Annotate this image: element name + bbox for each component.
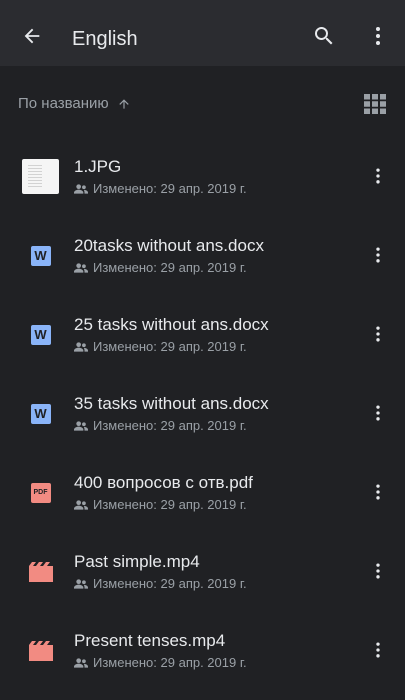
word-doc-icon: W — [30, 324, 51, 345]
arrow-back-icon — [24, 28, 40, 44]
modified-date: Изменено: 29 апр. 2019 г. — [93, 181, 247, 196]
file-row-past-simple-mp4[interactable]: Past simple.mp4 Изменено: 29 апр. 2019 г… — [0, 539, 405, 618]
more-vert-icon — [376, 247, 380, 263]
back-button[interactable] — [14, 18, 50, 54]
people-icon — [74, 500, 88, 510]
file-more-button[interactable] — [364, 557, 392, 585]
arrow-up-icon — [117, 97, 131, 111]
grid-view-icon — [364, 94, 386, 114]
more-options-button[interactable] — [360, 18, 396, 54]
file-name: Present tenses.mp4 — [74, 631, 226, 650]
people-icon — [74, 184, 88, 194]
sort-bar: По названию — [0, 66, 405, 144]
file-list: 1.JPG Изменено: 29 апр. 2019 г. W 20task… — [0, 144, 405, 697]
modified-date: Изменено: 29 апр. 2019 г. — [93, 655, 247, 670]
file-more-button[interactable] — [364, 478, 392, 506]
file-meta: Изменено: 29 апр. 2019 г. — [74, 417, 247, 435]
search-button[interactable] — [306, 18, 342, 54]
video-icon-wrap — [22, 632, 59, 669]
file-more-button[interactable] — [364, 241, 392, 269]
video-icon-wrap — [22, 553, 59, 590]
file-row-present-tenses-mp4[interactable]: Present tenses.mp4 Изменено: 29 апр. 201… — [0, 618, 405, 697]
file-row-400-questions-pdf[interactable]: PDF 400 вопросов с отв.pdf Изменено: 29 … — [0, 460, 405, 539]
file-name: Past simple.mp4 — [74, 552, 200, 571]
top-app-bar: English — [0, 0, 405, 66]
word-doc-icon-wrap: W — [22, 237, 59, 274]
modified-date: Изменено: 29 апр. 2019 г. — [93, 260, 247, 275]
file-meta: Изменено: 29 апр. 2019 г. — [74, 496, 247, 514]
video-file-icon — [28, 561, 53, 582]
drive-folder-screen: English По названию 1.JPG Изменено: 29 а… — [0, 0, 405, 700]
file-row-25tasks-docx[interactable]: W 25 tasks without ans.docx Изменено: 29… — [0, 302, 405, 381]
image-thumbnail — [22, 158, 59, 195]
people-icon — [74, 342, 88, 352]
sort-label: По названию — [18, 95, 109, 112]
people-icon — [74, 421, 88, 431]
file-row-20tasks-docx[interactable]: W 20tasks without ans.docx Изменено: 29 … — [0, 223, 405, 302]
file-meta: Изменено: 29 апр. 2019 г. — [74, 338, 247, 356]
more-vert-icon — [376, 563, 380, 579]
file-name: 25 tasks without ans.docx — [74, 315, 269, 334]
file-row-1-jpg[interactable]: 1.JPG Изменено: 29 апр. 2019 г. — [0, 144, 405, 223]
video-file-icon — [28, 640, 53, 661]
people-icon — [74, 579, 88, 589]
file-meta: Изменено: 29 апр. 2019 г. — [74, 575, 247, 593]
modified-date: Изменено: 29 апр. 2019 г. — [93, 497, 247, 512]
pdf-icon: PDF — [30, 482, 51, 503]
file-meta: Изменено: 29 апр. 2019 г. — [74, 259, 247, 277]
word-doc-icon-wrap: W — [22, 316, 59, 353]
file-more-button[interactable] — [364, 636, 392, 664]
file-name: 35 tasks without ans.docx — [74, 394, 269, 413]
more-vert-icon — [376, 405, 380, 421]
modified-date: Изменено: 29 апр. 2019 г. — [93, 576, 247, 591]
file-more-button[interactable] — [364, 399, 392, 427]
file-meta: Изменено: 29 апр. 2019 г. — [74, 180, 247, 198]
people-icon — [74, 658, 88, 668]
word-doc-icon: W — [30, 245, 51, 266]
word-doc-icon: W — [30, 403, 51, 424]
grid-view-toggle[interactable] — [363, 92, 387, 116]
file-more-button[interactable] — [364, 162, 392, 190]
file-name: 400 вопросов с отв.pdf — [74, 473, 253, 492]
pdf-icon-wrap: PDF — [22, 474, 59, 511]
more-vert-icon — [376, 168, 380, 184]
modified-date: Изменено: 29 апр. 2019 г. — [93, 418, 247, 433]
search-icon — [315, 27, 333, 45]
more-vert-icon — [376, 27, 380, 45]
file-name: 1.JPG — [74, 157, 122, 176]
folder-title: English — [72, 28, 138, 50]
more-vert-icon — [376, 642, 380, 658]
modified-date: Изменено: 29 апр. 2019 г. — [93, 339, 247, 354]
file-meta: Изменено: 29 апр. 2019 г. — [74, 654, 247, 672]
more-vert-icon — [376, 484, 380, 500]
file-more-button[interactable] — [364, 320, 392, 348]
word-doc-icon-wrap: W — [22, 395, 59, 432]
file-row-35tasks-docx[interactable]: W 35 tasks without ans.docx Изменено: 29… — [0, 381, 405, 460]
more-vert-icon — [376, 326, 380, 342]
sort-by-name-button[interactable]: По названию — [18, 94, 131, 114]
people-icon — [74, 263, 88, 273]
file-name: 20tasks without ans.docx — [74, 236, 264, 255]
